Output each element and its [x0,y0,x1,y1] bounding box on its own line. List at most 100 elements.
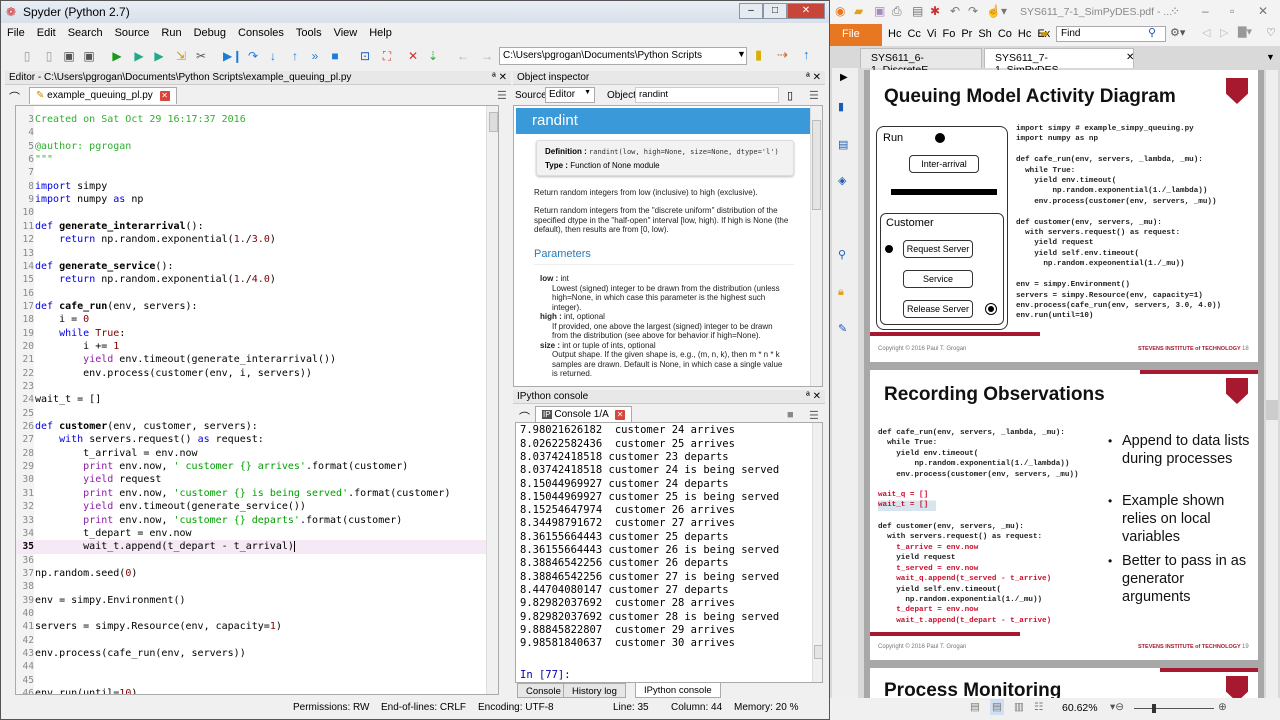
pdf-pages[interactable]: Queuing Model Activity Diagram Run Inter… [864,70,1264,698]
options-icon[interactable]: ☰ [809,409,819,422]
run-icon[interactable]: ▶ [109,48,125,64]
close-pane-icon[interactable]: ª ✕ [806,72,821,83]
save-icon[interactable]: ▣ [61,48,77,64]
code-line[interactable]: 12 return np.random.exponential(1./3.0) [16,233,486,246]
code-line[interactable]: 42 [16,634,486,647]
code-line[interactable]: 11def generate_interarrival(): [16,220,486,233]
set-directory-icon[interactable]: ⇢ [777,47,788,63]
code-line[interactable]: 19 while True: [16,327,486,340]
code-line[interactable]: 17def cafe_run(env, servers): [16,300,486,313]
code-line[interactable]: 45 [16,674,486,687]
zoom-in-icon[interactable]: ⊕ [1218,701,1227,713]
code-line[interactable]: 30 yield request [16,473,486,486]
menu-file[interactable]: File [1,25,31,43]
stop-icon[interactable]: ■ [327,48,343,64]
interrupt-icon[interactable]: ■ [787,409,794,421]
code-line[interactable]: 32 yield env.timeout(generate_service()) [16,500,486,513]
code-line[interactable]: 40 [16,607,486,620]
code-line[interactable]: 34 t_depart = env.now [16,527,486,540]
restore-button[interactable]: ▫ [1230,4,1234,18]
preferences-icon[interactable]: ✕ [405,48,421,64]
layers-icon[interactable]: ◈ [838,174,846,187]
open-icon[interactable]: ▰ [854,4,863,18]
continue-icon[interactable]: » [307,48,323,64]
menu-edit[interactable]: Edit [31,25,62,43]
code-line[interactable]: 14def generate_service(): [16,260,486,273]
redo-icon[interactable]: ↷ [968,4,978,18]
ribbon-tab[interactable]: Sh [978,28,991,40]
bottom-tab-ipython-console[interactable]: IPython console [635,683,721,698]
object-input[interactable]: randint [635,87,779,103]
properties-icon[interactable]: ▤ [912,4,923,18]
code-line[interactable]: 15 return np.random.exponential(1./4.0) [16,273,486,286]
ribbon-tab[interactable]: Hc [888,28,901,40]
facing-icon[interactable]: ▥ [1014,701,1024,713]
inspector-scrollbar[interactable] [810,106,822,386]
close-pane-icon[interactable]: ª ✕ [806,391,821,402]
code-line[interactable]: 36 [16,554,486,567]
code-line[interactable]: 46env.run(until=10) [16,687,486,694]
code-line[interactable]: 43env.process(cafe_run(env, servers)) [16,647,486,660]
working-directory-input[interactable]: C:\Users\pgrogan\Documents\Python Script… [499,47,747,65]
code-line[interactable]: 24wait_t = [] [16,393,486,406]
save-icon[interactable]: ▣ [874,4,885,18]
signature-icon[interactable]: ✎ [838,322,847,335]
options-icon[interactable]: ☰ [809,89,819,102]
code-line[interactable]: 5@author: pgrogan [16,140,486,153]
close-tab-icon[interactable]: ✕ [1126,52,1134,63]
run-selection-icon[interactable]: ⇲ [173,48,189,64]
maximize-button[interactable]: □ [763,3,787,19]
document-tab[interactable]: SYS611_6-1_DiscreteE... [860,48,982,76]
menu-view[interactable]: View [328,25,364,43]
code-line[interactable]: 27 with servers.request() as request: [16,433,486,446]
code-line[interactable]: 18 i = 0 [16,313,486,326]
settings-icon[interactable]: ⚙▾ [1170,26,1185,39]
code-line[interactable]: 21 yield env.timeout(generate_interarriv… [16,353,486,366]
step-return-icon[interactable]: ↑ [287,48,303,64]
code-line[interactable]: 41servers = simpy.Resource(env, capacity… [16,620,486,633]
forward-icon[interactable]: → [479,48,495,64]
code-line[interactable]: 10 [16,206,486,219]
zoom-slider[interactable] [1134,704,1214,713]
bottom-tab-console[interactable]: Console [517,683,570,698]
undo-icon[interactable]: ↶ [950,4,960,18]
user-avatar[interactable]: ▇▾ [1238,25,1252,38]
code-line[interactable]: 44 [16,660,486,673]
hand-tool-icon[interactable]: ☝▾ [986,4,1007,18]
close-pane-icon[interactable]: ª ✕ [492,72,507,83]
code-line[interactable]: 35 wait_t.append(t_depart - t_arrival) [16,540,486,554]
zoom-level[interactable]: 60.62% [1062,702,1098,714]
save-all-icon[interactable]: ▣ [81,48,97,64]
menu-debug[interactable]: Debug [188,25,232,43]
source-select[interactable]: Editor ▼ [545,87,595,103]
code-line[interactable]: 37np.random.seed(0) [16,567,486,580]
code-line[interactable]: 7 [16,166,486,179]
code-line[interactable]: 26def customer(env, customer, servers): [16,420,486,433]
heart-icon[interactable]: ♡ [1266,26,1276,39]
code-line[interactable]: 25 [16,407,486,420]
menu-help[interactable]: Help [363,25,398,43]
code-line[interactable]: 8import simpy [16,180,486,193]
zoom-out-icon[interactable]: ▾⊖ [1110,701,1124,713]
pdf-scrollbar[interactable] [1266,70,1278,698]
code-line[interactable]: 22 env.process(customer(env, i, servers)… [16,367,486,380]
menu-search[interactable]: Search [62,25,109,43]
document-tab[interactable]: SYS611_7-1_SimPyDES.... [984,48,1134,76]
debug-icon[interactable]: ▶❙ [223,48,242,64]
expand-panel-icon[interactable]: ▶ [840,72,848,83]
code-line[interactable]: 3Created on Sat Oct 29 16:17:37 2016 [16,113,486,126]
options-icon[interactable]: ☰ [497,89,507,102]
maximize-pane-icon[interactable]: ⊡ [357,48,373,64]
console-scrollbar[interactable] [812,423,822,682]
continuous-facing-icon[interactable]: ☷ [1034,701,1043,713]
run-cell-icon[interactable]: ▶ [131,48,147,64]
chevron-down-icon[interactable]: ▼ [737,49,746,59]
code-line[interactable]: 33 print env.now, 'customer {} departs'.… [16,514,486,527]
layout-icon[interactable]: ⁘ [1170,4,1180,18]
back-icon[interactable]: ← [455,48,471,64]
code-line[interactable]: 23 [16,380,486,393]
menu-consoles[interactable]: Consoles [232,25,290,43]
new-icon[interactable]: ✱ [930,4,940,18]
step-icon[interactable]: ↷ [245,48,261,64]
single-page-icon[interactable]: ▤ [970,701,980,713]
